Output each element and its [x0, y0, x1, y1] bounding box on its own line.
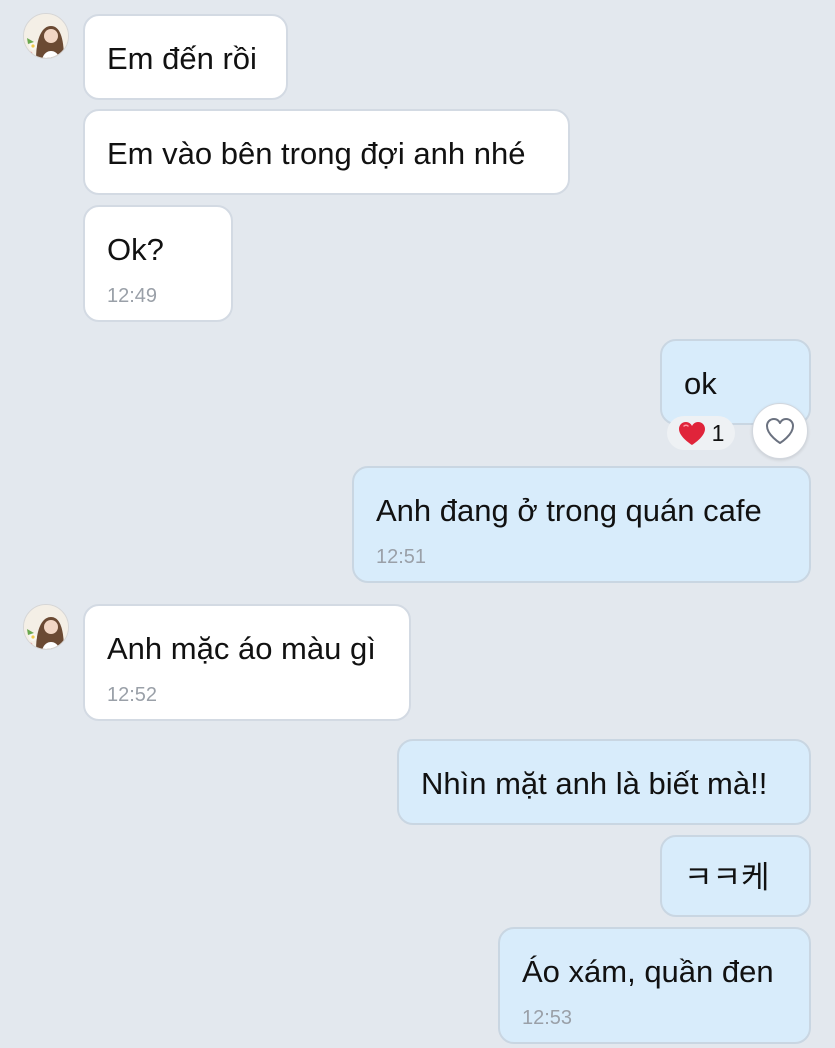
message-bubble[interactable]: Em đến rồi [83, 14, 288, 100]
message-text: Anh mặc áo màu gì [107, 631, 376, 666]
contact-avatar[interactable] [23, 604, 69, 650]
message-text: Em đến rồi [107, 41, 257, 76]
message-text: Em vào bên trong đợi anh nhé [107, 136, 526, 171]
heart-icon [678, 421, 705, 445]
message-text: ok [684, 366, 717, 401]
avatar-image [24, 14, 68, 58]
reaction-badge[interactable]: 1 [667, 416, 735, 450]
react-button[interactable] [752, 403, 808, 459]
avatar-image [24, 605, 68, 649]
message-bubble[interactable]: Em vào bên trong đợi anh nhé [83, 109, 570, 195]
message-bubble[interactable]: Ok? 12:49 [83, 205, 233, 322]
message-bubble[interactable]: Anh đang ở trong quán cafe 12:51 [352, 466, 811, 583]
message-bubble[interactable]: Áo xám, quần đen 12:53 [498, 927, 811, 1044]
heart-outline-icon [766, 418, 794, 444]
message-timestamp: 12:52 [107, 684, 158, 706]
contact-avatar[interactable] [23, 13, 69, 59]
message-text: ㅋㅋ케 [684, 860, 770, 895]
message-timestamp: 12:51 [376, 546, 427, 568]
message-bubble[interactable]: Nhìn mặt anh là biết mà!! [397, 739, 811, 825]
chat-thread: Em đến rồi Em vào bên trong đợi anh nhé … [0, 0, 835, 1048]
message-text: Anh đang ở trong quán cafe [376, 493, 762, 528]
message-text: Nhìn mặt anh là biết mà!! [421, 766, 768, 801]
reaction-count: 1 [711, 419, 725, 446]
message-bubble[interactable]: Anh mặc áo màu gì 12:52 [83, 604, 411, 721]
message-text: Áo xám, quần đen [522, 954, 774, 989]
message-text: Ok? [107, 232, 164, 267]
message-bubble[interactable]: ㅋㅋ케 [660, 835, 811, 917]
message-timestamp: 12:53 [522, 1007, 573, 1029]
message-timestamp: 12:49 [107, 285, 158, 307]
